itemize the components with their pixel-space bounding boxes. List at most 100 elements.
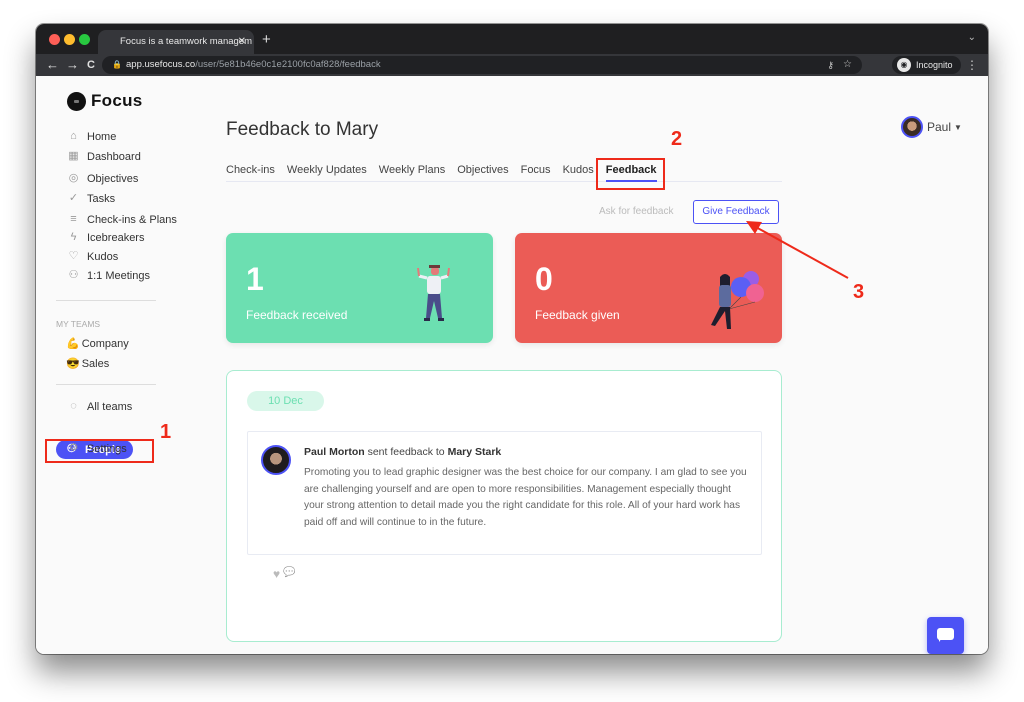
sidebar-item-label: Icebreakers [87,231,145,244]
sidebar-item-icebreakers[interactable]: ϟ Icebreakers [66,230,145,245]
sidebar-item-kudos[interactable]: ♡ Kudos [66,249,119,264]
tab-check-ins[interactable]: Check-ins [226,164,275,182]
logo-icon [67,91,86,111]
heart-badge-icon: ♡ [68,250,79,262]
sidebar-item-dashboard[interactable]: ▦ Dashboard [66,149,141,164]
sidebar-item-label: 1:1 Meetings [87,269,150,282]
tab-kudos[interactable]: Kudos [563,164,594,182]
checkins-icon: ≡ [70,213,77,225]
dancing-man-illustration [417,265,450,321]
chevron-down-icon[interactable]: ⌄ [968,32,976,43]
sidebar-item-label: Tasks [87,192,116,205]
user-menu[interactable]: Paul ▼ [901,116,962,138]
sidebar-item-objectives[interactable]: ◎ Objectives [66,171,139,186]
annotation-number-1: 1 [160,421,172,443]
sidebar-item-label: All teams [87,400,133,413]
sender-avatar[interactable] [261,445,291,475]
recipient-name[interactable]: Mary Stark [448,446,502,458]
sidebar-item-label: Kudos [87,250,119,263]
sender-name[interactable]: Paul Morton [304,446,365,458]
incognito-label: Incognito [916,60,953,70]
focus-logo[interactable]: Focus [67,91,143,111]
profile-tabs: Check-ins Weekly Updates Weekly Plans Objec… [226,164,782,182]
feedback-given-label: Feedback given [535,308,620,322]
team-label: Company [81,337,129,350]
tab-weekly-updates[interactable]: Weekly Updates [287,164,367,182]
feedback-given-count: 0 [535,261,553,297]
browser-tab[interactable]: Focus is a teamwork managem ✕ [98,30,254,54]
sidebar-item-home[interactable]: ⌂ Home [66,129,116,144]
team-label: Sales [81,357,110,370]
tab-objectives[interactable]: Objectives [457,164,508,182]
url-path: /user/5e81b46e0c1e2100fc0af828/feedback [195,59,381,70]
maximize-window-button[interactable] [79,34,90,45]
sidebar-item-tasks[interactable]: ✓ Tasks [66,191,115,206]
url-host: app.usefocus.co [126,59,196,70]
tab-title: Focus is a teamwork managem [120,36,252,47]
chat-bubble-icon [937,628,954,642]
chat-support-button[interactable] [927,617,964,654]
tab-weekly-plans[interactable]: Weekly Plans [379,164,445,182]
incognito-icon: ◉ [897,58,911,72]
feedback-received-label: Feedback received [246,308,348,322]
my-teams-label: MY TEAMS [56,319,101,329]
all-teams-icon: ◌ [70,400,77,412]
feedback-feed: 10 Dec Paul Morton sent feedback to Mary… [226,370,782,642]
forward-button[interactable]: → [66,55,79,75]
reload-button[interactable]: C [87,55,95,75]
heart-icon[interactable]: ♥ [273,567,280,581]
feedback-entry: Paul Morton sent feedback to Mary Stark … [247,431,762,555]
star-icon[interactable]: ☆ [843,56,852,74]
comment-icon[interactable]: 💬 [283,567,295,581]
sidebar-divider [56,300,156,301]
feedback-received-card: 1 Feedback received [226,233,493,343]
target-icon: ◎ [68,172,79,184]
check-circle-icon: ✓ [68,192,79,204]
caret-down-icon: ▼ [954,122,962,132]
annotation-box-feedback-tab [596,158,665,190]
team-item-sales[interactable]: 😎 Sales [66,357,110,371]
feedback-received-count: 1 [246,261,264,297]
date-badge: 10 Dec [247,391,324,411]
back-button[interactable]: ← [46,55,59,75]
page-title: Feedback to Mary [226,119,379,140]
team-emoji-icon: 😎 [66,358,80,370]
minimize-window-button[interactable] [64,34,75,45]
team-item-company[interactable]: 💪 Company [66,337,129,351]
annotation-number-2: 2 [671,128,683,150]
tab-close-icon[interactable]: ✕ [238,30,246,54]
new-tab-button[interactable]: + [262,30,271,50]
home-icon: ⌂ [70,130,77,142]
reactions: ♥ 💬 [273,567,296,581]
ask-for-feedback-link[interactable]: Ask for feedback [599,206,673,217]
sidebar-item-label: Objectives [87,172,139,185]
key-icon[interactable]: ⚷ [827,56,834,74]
app-page: Focus ⌂ Home ▦ Dashboard ◎ Objectives ✓ Tasks ≡ C… [36,76,988,654]
incognito-badge[interactable]: ◉ Incognito [892,56,961,74]
feedback-body: Promoting you to lead graphic designer w… [304,467,747,529]
feedback-verb: sent feedback to [367,446,445,458]
tab-focus[interactable]: Focus [521,164,551,182]
user-name: Paul [927,120,952,134]
sidebar-item-label: Home [87,130,117,143]
annotation-number-3: 3 [853,281,865,303]
sidebar-item-all-teams[interactable]: ◌ All teams [66,399,132,414]
sidebar-item-1-1-meetings[interactable]: ⚇ 1:1 Meetings [66,268,150,283]
close-window-button[interactable] [49,34,60,45]
dashboard-icon: ▦ [68,150,79,162]
lightning-icon: ϟ [70,231,77,243]
sidebar-item-label: Dashboard [87,150,141,163]
url-input[interactable]: 🔒 app.usefocus.co/user/5e81b46e0c1e2100f… [102,56,862,74]
team-emoji-icon: 💪 [66,338,80,350]
browser-window: Focus is a teamwork managem ✕ + ⌄ ← → C … [36,24,988,654]
annotation-arrow [746,221,849,279]
tab-bar: Focus is a teamwork managem ✕ + ⌄ [36,24,988,54]
people-pair-icon: ⚇ [68,269,79,281]
avatar [901,116,923,138]
annotation-box-people [45,439,154,463]
sidebar-item-check-ins-plans[interactable]: ≡ Check-ins & Plans [66,212,177,227]
address-bar: ← → C 🔒 app.usefocus.co/user/5e81b46e0c1… [36,54,988,76]
browser-menu-icon[interactable]: ⋮ [966,56,978,74]
sidebar-item-label: Check-ins & Plans [87,213,177,226]
sidebar-divider [56,384,156,385]
